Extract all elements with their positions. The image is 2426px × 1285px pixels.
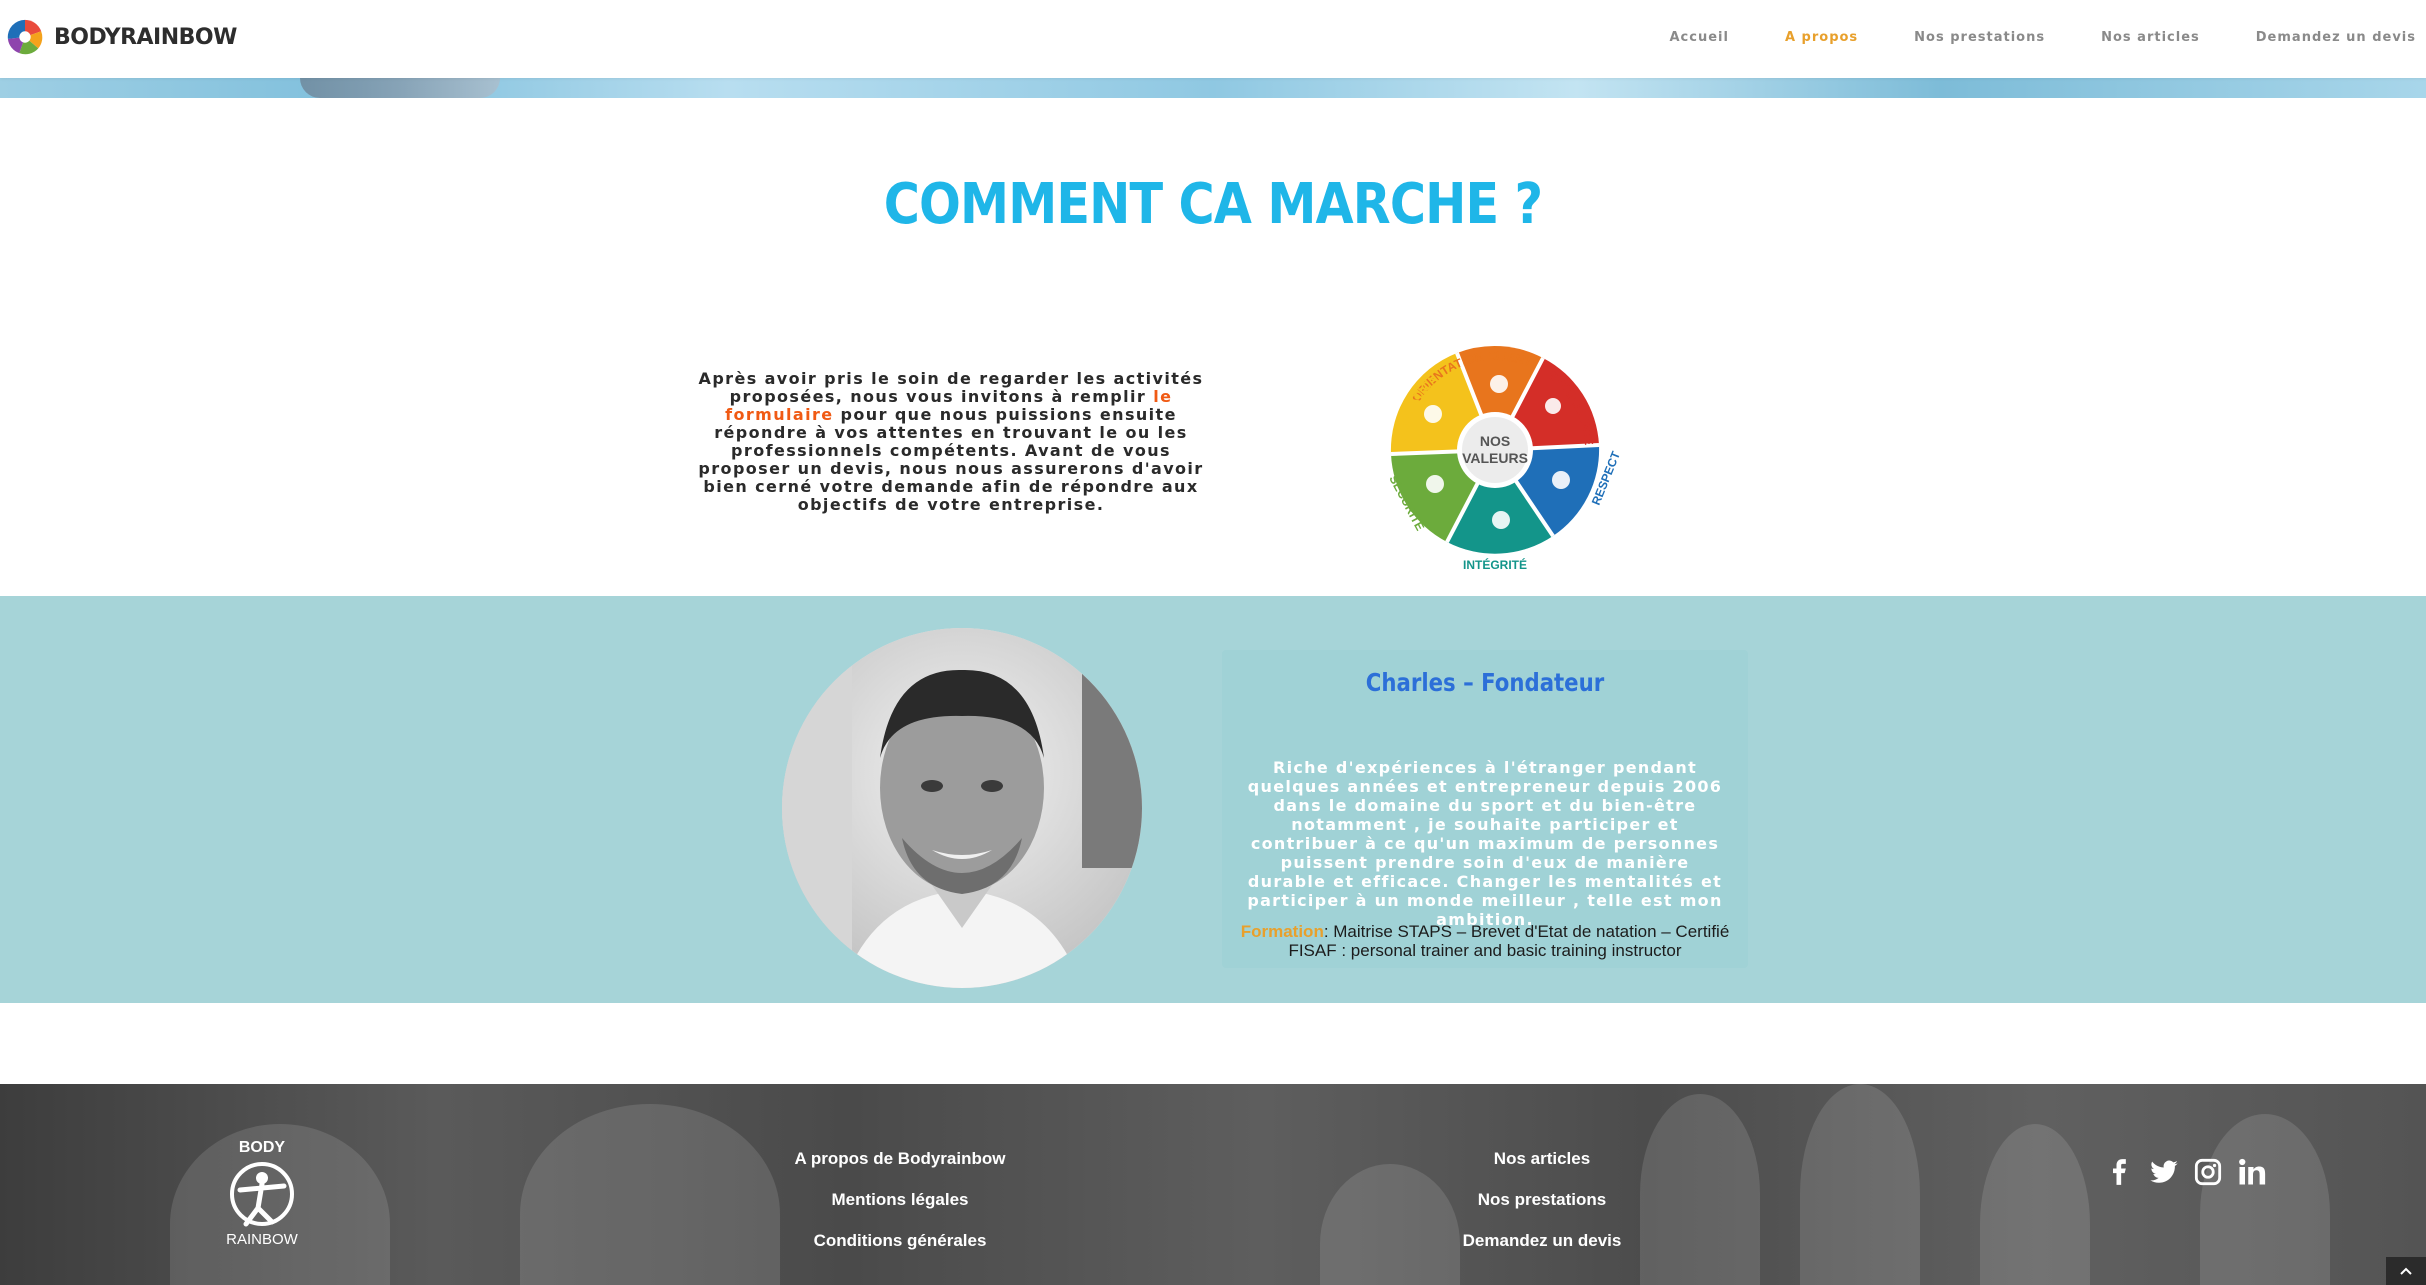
facebook-icon[interactable]	[2104, 1156, 2136, 1188]
footer-link-conditions-generales[interactable]: Conditions générales	[780, 1222, 1020, 1263]
intro-text-before: Après avoir pris le soin de regarder les…	[698, 369, 1204, 406]
founder-card: Charles – Fondateur Riche d'expériences …	[1222, 650, 1748, 968]
footer-link-demandez-un-devis[interactable]: Demandez un devis	[1422, 1222, 1662, 1263]
main-nav: Accueil A propos Nos prestations Nos art…	[1669, 30, 2416, 45]
nav-accueil[interactable]: Accueil	[1669, 30, 1728, 45]
founder-title: Charles – Fondateur	[1365, 668, 1605, 697]
nav-nos-articles[interactable]: Nos articles	[2101, 30, 2200, 45]
nav-a-propos[interactable]: A propos	[1785, 30, 1858, 45]
wheel-center-line1: NOS	[1480, 433, 1510, 449]
section-title: COMMENT CA MARCHE ?	[883, 172, 1543, 237]
wheel-label-integrite: INTÉGRITÉ	[1463, 557, 1527, 572]
nav-demandez-un-devis[interactable]: Demandez un devis	[2256, 30, 2416, 45]
instagram-icon[interactable]	[2192, 1156, 2224, 1188]
footer-logo-top: BODY	[239, 1139, 286, 1156]
formation-text: : Maitrise STAPS – Brevet d'Etat de nata…	[1288, 922, 1730, 960]
hero-image-strip	[0, 78, 2426, 98]
founder-bio: Riche d'expériences à l'étranger pendant…	[1247, 758, 1723, 929]
linkedin-icon[interactable]	[2236, 1156, 2268, 1188]
nav-nos-prestations[interactable]: Nos prestations	[1914, 30, 2045, 45]
intro-paragraph: Après avoir pris le soin de regarder les…	[692, 370, 1210, 514]
footer-link-mentions-legales[interactable]: Mentions légales	[780, 1181, 1020, 1222]
founder-photo	[782, 628, 1142, 988]
footer-logo[interactable]: BODY RAINBOW	[210, 1136, 314, 1248]
site-header: BODYRAINBOW Accueil A propos Nos prestat…	[0, 0, 2426, 78]
chevron-up-icon	[2400, 1267, 2412, 1275]
founder-formation: Formation: Maitrise STAPS – Brevet d'Eta…	[1232, 922, 1738, 960]
scroll-to-top-button[interactable]	[2386, 1257, 2426, 1285]
footer-link-nos-articles[interactable]: Nos articles	[1422, 1140, 1662, 1181]
footer-link-a-propos[interactable]: A propos de Bodyrainbow	[780, 1140, 1020, 1181]
footer-link-nos-prestations[interactable]: Nos prestations	[1422, 1181, 1662, 1222]
social-links	[2104, 1156, 2268, 1188]
wheel-center-line2: VALEURS	[1462, 450, 1528, 466]
rainbow-logo-icon	[7, 19, 43, 55]
site-footer: BODY RAINBOW A propos de Bodyrainbow Men…	[0, 1084, 2426, 1285]
footer-links-col2: Nos articles Nos prestations Demandez un…	[1422, 1140, 1662, 1263]
twitter-icon[interactable]	[2148, 1156, 2180, 1188]
brand-name: BODYRAINBOW	[54, 24, 237, 50]
site-logo[interactable]: BODYRAINBOW	[6, 18, 237, 56]
formation-label: Formation	[1240, 922, 1324, 941]
footer-logo-bottom: RAINBOW	[226, 1231, 299, 1248]
values-wheel: NOS VALEURS ORIENTATION CLIENT EXCELLENC…	[1365, 320, 1623, 572]
footer-links-col1: A propos de Bodyrainbow Mentions légales…	[780, 1140, 1020, 1263]
founder-section	[0, 596, 2426, 1003]
